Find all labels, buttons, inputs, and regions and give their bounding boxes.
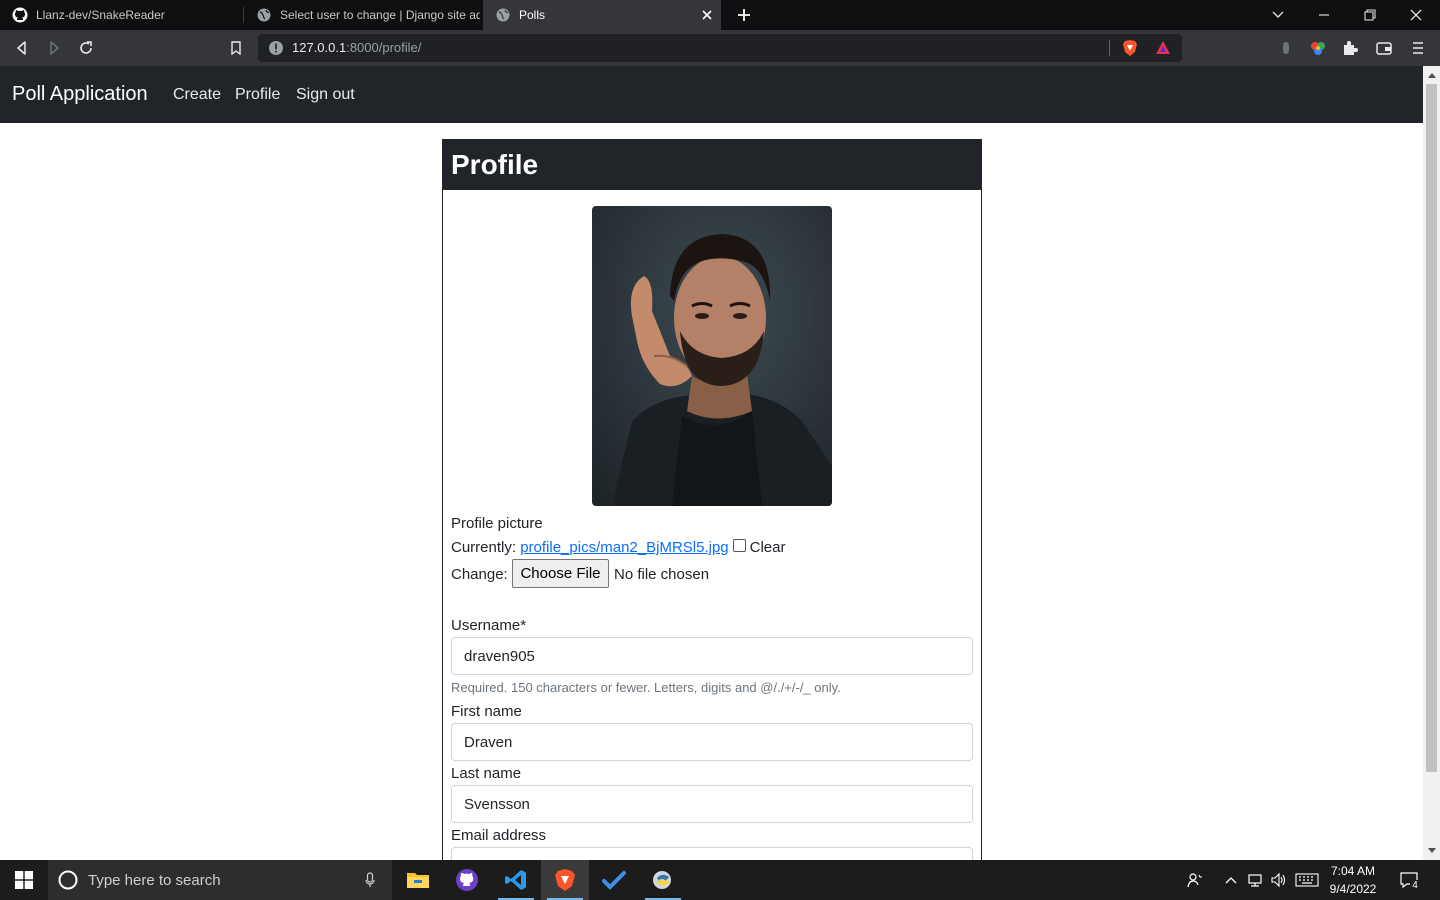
- clock-time: 7:04 AM: [1330, 864, 1376, 878]
- vscode-icon[interactable]: [492, 860, 540, 900]
- bookmark-icon[interactable]: [226, 38, 246, 58]
- scroll-down-arrow-icon[interactable]: [1427, 846, 1436, 855]
- windows-start-icon[interactable]: [0, 860, 48, 900]
- choose-file-button[interactable]: Choose File: [512, 559, 609, 588]
- volume-icon[interactable]: [1269, 860, 1289, 900]
- file-explorer-icon[interactable]: [394, 860, 442, 900]
- email-label: Email address: [451, 827, 547, 844]
- new-tab-icon[interactable]: [734, 5, 754, 25]
- clear-label: Clear: [749, 539, 786, 556]
- scroll-up-arrow-icon[interactable]: [1427, 70, 1436, 79]
- back-icon[interactable]: [12, 38, 32, 58]
- currently-row: Currently: profile_pics/man2_BjMRSl5.jpg…: [451, 539, 786, 556]
- github-desktop-icon[interactable]: [443, 860, 491, 900]
- first-name-value: Draven: [464, 733, 513, 751]
- python-idle-icon[interactable]: [639, 860, 687, 900]
- clock-date: 9/4/2022: [1329, 882, 1377, 896]
- profile-photo: [592, 206, 832, 506]
- tab-search-chevron-icon[interactable]: [1268, 5, 1288, 25]
- nav-link-sign-out[interactable]: Sign out: [296, 86, 355, 104]
- url-host: 127.0.0.1: [292, 40, 347, 55]
- close-tab-icon[interactable]: [699, 7, 715, 23]
- address-bar[interactable]: 127.0.0.1:8000/profile/: [258, 34, 1182, 62]
- tab-title: Llanz-dev/SnakeReader: [36, 8, 165, 22]
- globe-icon: [256, 7, 272, 23]
- notification-center-icon[interactable]: 4: [1396, 860, 1422, 900]
- tab-django-admin[interactable]: Select user to change | Django site admi…: [244, 0, 482, 30]
- page-scrollbar[interactable]: [1423, 66, 1440, 860]
- brave-rewards-icon[interactable]: [1155, 40, 1171, 61]
- restore-icon[interactable]: [1360, 5, 1380, 25]
- todo-check-icon[interactable]: [590, 860, 638, 900]
- site-info-icon[interactable]: [268, 40, 284, 61]
- wallet-icon[interactable]: [1374, 38, 1394, 58]
- url-text[interactable]: 127.0.0.1:8000/profile/: [292, 40, 421, 55]
- close-window-icon[interactable]: [1406, 5, 1426, 25]
- last-name-label: Last name: [451, 765, 522, 782]
- github-icon: [12, 7, 28, 23]
- notification-count-badge: 4: [1410, 880, 1420, 892]
- brave-browser-icon[interactable]: [541, 860, 589, 900]
- change-label: Change:: [451, 566, 508, 583]
- globe-icon: [495, 7, 511, 23]
- cortana-circle-icon: [58, 870, 78, 895]
- currently-label: Currently:: [451, 539, 517, 556]
- username-value: draven905: [464, 647, 535, 665]
- last-name-value: Svensson: [464, 795, 530, 813]
- tab-snakereader[interactable]: Llanz-dev/SnakeReader: [0, 0, 243, 30]
- extension-mic-icon[interactable]: [1276, 38, 1296, 58]
- url-path: :8000/profile/: [346, 40, 422, 55]
- no-file-chosen-text: No file chosen: [614, 566, 710, 583]
- menu-icon[interactable]: [1408, 38, 1428, 58]
- nav-link-profile[interactable]: Profile: [235, 86, 280, 104]
- first-name-input[interactable]: Draven: [451, 723, 973, 761]
- microphone-icon[interactable]: [365, 872, 375, 893]
- tab-title: Select user to change | Django site admi…: [280, 8, 480, 22]
- browser-tab-bar: Llanz-dev/SnakeReader Select user to cha…: [0, 0, 1440, 30]
- color-extension-icon[interactable]: [1308, 38, 1328, 58]
- scroll-thumb[interactable]: [1426, 84, 1437, 772]
- last-name-input[interactable]: Svensson: [451, 785, 973, 823]
- profile-card: Profile Profile picture Currently: profi…: [442, 139, 982, 899]
- first-name-label: First name: [451, 703, 522, 720]
- current-file-link[interactable]: profile_pics/man2_BjMRSl5.jpg: [520, 539, 728, 556]
- chevron-up-icon[interactable]: [1222, 860, 1240, 900]
- tab-polls[interactable]: Polls: [483, 0, 721, 30]
- forward-icon[interactable]: [44, 38, 64, 58]
- search-placeholder: Type here to search: [88, 872, 221, 889]
- username-label: Username*: [451, 617, 527, 634]
- extensions-puzzle-icon[interactable]: [1340, 38, 1360, 58]
- reload-icon[interactable]: [76, 38, 96, 58]
- username-help-text: Required. 150 characters or fewer. Lette…: [451, 680, 841, 695]
- minimize-icon[interactable]: [1314, 5, 1334, 25]
- system-clock[interactable]: 7:04 AM 9/4/2022: [1328, 862, 1378, 898]
- brave-shields-icon[interactable]: [1122, 39, 1138, 62]
- windows-taskbar: Type here to search 7:04 AM 9/4/2022 4: [0, 860, 1440, 900]
- clear-checkbox[interactable]: [732, 539, 746, 552]
- nav-link-create[interactable]: Create: [173, 86, 221, 104]
- url-divider: [1109, 40, 1110, 56]
- taskbar-search-box[interactable]: Type here to search: [48, 860, 392, 900]
- page-title: Profile: [451, 149, 539, 180]
- username-input[interactable]: draven905: [451, 637, 973, 675]
- people-icon[interactable]: [1184, 860, 1206, 900]
- card-header: Profile: [443, 140, 981, 190]
- tab-title: Polls: [519, 8, 546, 22]
- keyboard-icon[interactable]: [1294, 860, 1320, 900]
- profile-picture-label: Profile picture: [451, 515, 543, 532]
- site-navbar: Poll Application Create Profile Sign out: [0, 66, 1423, 123]
- navbar-brand[interactable]: Poll Application: [12, 83, 148, 106]
- network-icon[interactable]: [1245, 860, 1265, 900]
